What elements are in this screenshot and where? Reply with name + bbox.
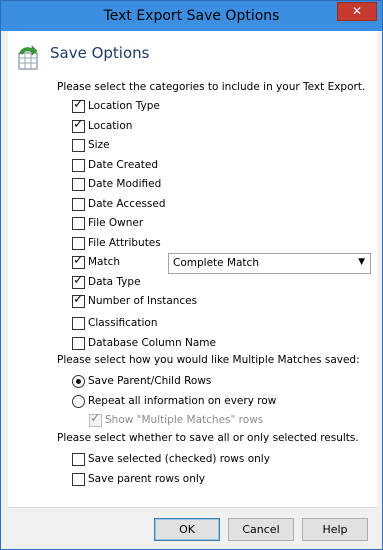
checkbox-label: Location Type	[88, 100, 160, 112]
checkmark-icon: ✓	[73, 117, 84, 132]
checkbox-box[interactable]	[72, 178, 85, 191]
checkbox-label: Save selected (checked) rows only	[88, 453, 270, 465]
checkbox-label: Date Modified	[88, 178, 162, 190]
dropdown-value: Complete Match	[173, 257, 259, 269]
radio-button[interactable]	[72, 395, 85, 408]
checkbox-box[interactable]	[72, 317, 85, 330]
checkbox-box[interactable]: ✓	[72, 97, 85, 113]
chevron-down-icon[interactable]: ▼	[358, 257, 365, 267]
checkbox-box[interactable]	[72, 453, 85, 466]
checkbox-box[interactable]	[72, 139, 85, 152]
dialog-content: Save Options Please select the categorie…	[8, 31, 377, 507]
radio-label: Save Parent/Child Rows	[88, 375, 212, 387]
checkbox-label: Database Column Name	[88, 337, 216, 349]
categories-prompt: Please select the categories to include …	[57, 81, 366, 93]
checkbox-box[interactable]: ✓	[72, 273, 85, 289]
close-icon: ✕	[351, 4, 363, 18]
radio-selected-dot	[76, 379, 81, 384]
radio-label: Repeat all information on every row	[88, 395, 277, 407]
checkmark-icon: ✓	[73, 97, 84, 112]
checkbox-label: Size	[88, 139, 110, 151]
window-title: Text Export Save Options	[103, 8, 280, 24]
checkbox-box[interactable]: ✓	[72, 117, 85, 133]
checkbox-box[interactable]	[72, 198, 85, 211]
checkbox-box[interactable]	[72, 473, 85, 486]
checkbox-label: Classification	[88, 317, 158, 329]
checkbox-box[interactable]	[72, 337, 85, 350]
checkmark-icon: ✓	[73, 273, 84, 288]
checkbox-label: Location	[88, 120, 133, 132]
multiple-matches-prompt: Please select how you would like Multipl…	[57, 354, 360, 366]
title-bar[interactable]: Text Export Save Options ✕	[1, 1, 382, 31]
checkbox-label: Match	[88, 256, 121, 268]
export-spreadsheet-icon	[18, 45, 38, 70]
rows-prompt: Please select whether to save all or onl…	[57, 432, 359, 444]
checkbox-box[interactable]	[72, 217, 85, 230]
match-type-dropdown[interactable]: Complete Match ▼	[168, 253, 371, 274]
dialog-footer: OK Cancel Help	[8, 507, 377, 545]
checkmark-icon: ✓	[73, 253, 84, 268]
checkbox-box[interactable]: ✓	[72, 253, 85, 269]
checkbox-label: Show "Multiple Matches" rows	[105, 414, 264, 426]
checkbox-box[interactable]	[72, 159, 85, 172]
checkbox-box[interactable]: ✓	[72, 292, 85, 308]
checkbox-label: File Attributes	[88, 237, 161, 249]
header-title: Save Options	[50, 44, 150, 62]
dialog-window: Text Export Save Options ✕ Save Options …	[0, 0, 383, 550]
help-button[interactable]: Help	[302, 518, 368, 541]
ok-button[interactable]: OK	[154, 518, 220, 541]
close-button[interactable]: ✕	[337, 2, 377, 21]
checkbox-label: File Owner	[88, 217, 144, 229]
radio-button[interactable]	[72, 375, 85, 388]
checkbox-label: Data Type	[88, 276, 141, 288]
checkbox-box[interactable]	[72, 237, 85, 250]
checkbox-label: Date Accessed	[88, 198, 166, 210]
checkbox-label: Number of Instances	[88, 295, 198, 307]
checkbox-box[interactable]: ✓	[89, 411, 102, 427]
checkmark-icon: ✓	[90, 411, 101, 426]
cancel-button[interactable]: Cancel	[228, 518, 294, 541]
checkmark-icon: ✓	[73, 292, 84, 307]
checkbox-label: Save parent rows only	[88, 473, 205, 485]
checkbox-label: Date Created	[88, 159, 158, 171]
